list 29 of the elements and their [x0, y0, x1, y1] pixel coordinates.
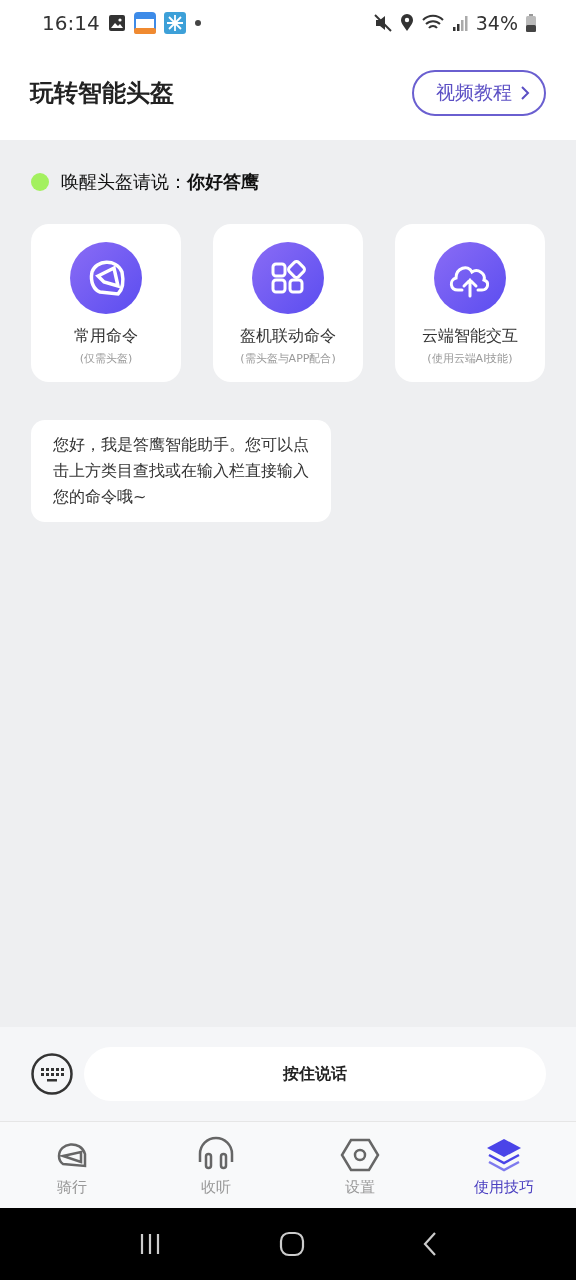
hold-to-talk-button[interactable]: 按住说话	[84, 1047, 546, 1101]
battery-percent: 34%	[475, 12, 518, 34]
card-title: 盔机联动命令	[240, 326, 336, 347]
calendar-app-icon	[133, 12, 156, 34]
card-subtitle: (使用云端AI技能)	[427, 351, 513, 366]
back-icon[interactable]	[421, 1231, 438, 1257]
card-subtitle: (仅需头盔)	[79, 351, 133, 366]
battery-icon	[526, 14, 536, 32]
chevron-right-icon	[520, 85, 530, 101]
tab[interactable]: 使用技巧	[432, 1122, 576, 1208]
gallery-icon	[107, 14, 126, 32]
card-title: 云端智能交互	[422, 326, 518, 347]
location-icon	[399, 14, 414, 32]
notification-dot-icon	[193, 19, 202, 27]
page-title: 玩转智能头盔	[30, 78, 174, 109]
home-icon[interactable]	[279, 1231, 305, 1257]
wake-hint: 唤醒头盔请说：你好答鹰	[61, 170, 259, 194]
status-time: 16:14	[42, 11, 100, 35]
command-card[interactable]: 常用命令 (仅需头盔)	[31, 224, 181, 382]
video-tutorial-button[interactable]: 视频教程	[412, 70, 546, 116]
command-card[interactable]: 云端智能交互 (使用云端AI技能)	[395, 224, 545, 382]
keyboard-icon[interactable]	[30, 1052, 74, 1096]
assistant-message: 您好，我是答鹰智能助手。您可以点击上方类目查找或在输入栏直接输入您的命令哦~	[31, 420, 331, 522]
signal-icon	[451, 14, 468, 32]
snowflake-app-icon	[163, 12, 186, 34]
mute-icon	[373, 14, 392, 32]
card-subtitle: (需头盔与APP配合)	[240, 351, 336, 366]
command-card[interactable]: 盔机联动命令 (需头盔与APP配合)	[213, 224, 363, 382]
card-title: 常用命令	[74, 326, 138, 347]
